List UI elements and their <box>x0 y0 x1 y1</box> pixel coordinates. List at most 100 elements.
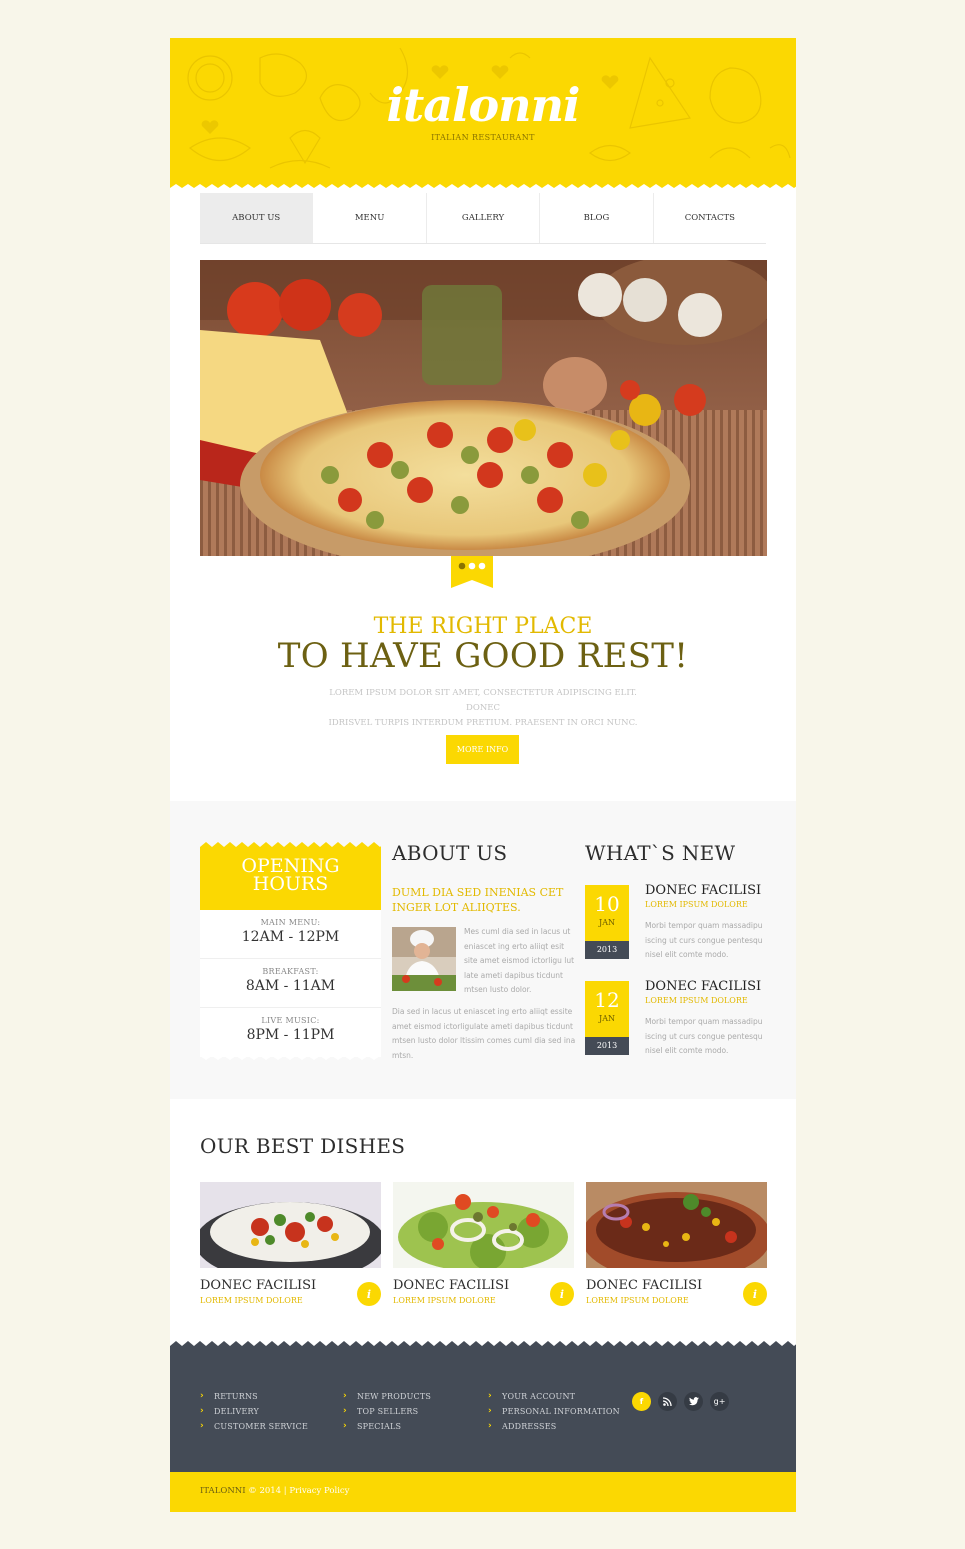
slide-dot-2[interactable] <box>468 562 476 570</box>
news-day: 10 <box>594 892 620 916</box>
best-dishes-title: OUR BEST DISHES <box>200 1134 406 1158</box>
dish-name[interactable]: DONEC FACILISI <box>200 1278 316 1293</box>
footer-link-label: TOP SELLERS <box>357 1407 419 1416</box>
footer-link-specials[interactable]: › SPECIALS <box>343 1419 431 1434</box>
nav-item-gallery[interactable]: GALLERY <box>427 193 541 243</box>
header-zigzag-edge <box>170 184 796 193</box>
chevron-right-icon: › <box>200 1391 204 1401</box>
rss-glyph <box>663 1397 672 1406</box>
news-year: 2013 <box>585 1037 629 1055</box>
chevron-right-icon: › <box>200 1406 204 1416</box>
news-date-badge: 12 JAN 2013 <box>585 981 629 1055</box>
info-icon[interactable]: i <box>743 1282 767 1306</box>
footer-link-label: NEW PRODUCTS <box>357 1392 432 1401</box>
hours-title: OPENING HOURS <box>200 857 381 894</box>
slider-pagination <box>451 556 493 588</box>
nav-item-blog[interactable]: BLOG <box>540 193 654 243</box>
hours-value: 8AM - 11AM <box>245 978 336 994</box>
footer-link-label: SPECIALS <box>357 1422 402 1431</box>
hero-title: TO HAVE GOOD REST! <box>277 636 689 676</box>
dish-photo <box>200 1182 381 1268</box>
footer-link-top-sellers[interactable]: › TOP SELLERS <box>343 1404 431 1419</box>
info-icon[interactable]: i <box>550 1282 574 1306</box>
twitter-icon[interactable] <box>684 1392 703 1411</box>
footer-link-label: YOUR ACCOUNT <box>502 1392 576 1401</box>
hours-row: BREAKFAST: 8AM - 11AM <box>200 959 381 1008</box>
dish-photo <box>586 1182 767 1268</box>
rss-icon[interactable] <box>658 1392 677 1411</box>
site-header: italonni ITALIAN RESTAURANT <box>170 38 796 193</box>
nav-item-contacts[interactable]: CONTACTS <box>654 193 766 243</box>
news-subtitle: LOREM IPSUM DOLORE <box>645 996 748 1005</box>
news-date-top: 10 JAN <box>585 885 629 941</box>
hours-label: LIVE MUSIC: <box>261 1016 320 1025</box>
opening-hours-card: OPENING HOURS MAIN MENU: 12AM - 12PM BRE… <box>200 842 381 1060</box>
footer-link-addresses[interactable]: › ADDRESSES <box>488 1419 620 1434</box>
info-section: OPENING HOURS MAIN MENU: 12AM - 12PM BRE… <box>170 801 796 1099</box>
hero-text-line-2: IDRISVEL TURPIS INTERDUM PRETIUM. PRAESE… <box>328 718 638 728</box>
chevron-right-icon: › <box>200 1421 204 1431</box>
dish-card[interactable]: DONEC FACILISI LOREM IPSUM DOLORE i <box>393 1182 574 1310</box>
dish-subtitle: LOREM IPSUM DOLORE <box>393 1296 496 1305</box>
info-icon[interactable]: i <box>357 1282 381 1306</box>
dish-card[interactable]: DONEC FACILISI LOREM IPSUM DOLORE i <box>200 1182 381 1310</box>
hero-text: LOREM IPSUM DOLOR SIT AMET, CONSECTETUR … <box>313 686 653 731</box>
google-plus-icon[interactable]: g+ <box>710 1392 729 1411</box>
about-us-side-text: Mes cuml dia sed in lacus ut eniascet in… <box>464 927 575 994</box>
hours-header: OPENING HOURS <box>200 847 381 910</box>
chevron-right-icon: › <box>343 1391 347 1401</box>
dish-subtitle: LOREM IPSUM DOLORE <box>586 1296 689 1305</box>
chef-photo <box>392 927 456 991</box>
news-month: JAN <box>599 1014 615 1023</box>
nav-item-menu[interactable]: MENU <box>313 193 427 243</box>
about-us-title: ABOUT US <box>392 841 508 865</box>
footer-link-customer-service[interactable]: › CUSTOMER SERVICE <box>200 1419 308 1434</box>
footer-link-delivery[interactable]: › DELIVERY <box>200 1404 308 1419</box>
footer-col-2: › NEW PRODUCTS › TOP SELLERS › SPECIALS <box>343 1389 431 1434</box>
news-title[interactable]: DONEC FACILISI <box>645 979 770 994</box>
slide-dot-3[interactable] <box>478 562 486 570</box>
footer-link-label: DELIVERY <box>214 1407 260 1416</box>
page-container: italonni ITALIAN RESTAURANT ABOUT US MEN… <box>170 38 796 1512</box>
footer-link-personal-information[interactable]: › PERSONAL INFORMATION <box>488 1404 620 1419</box>
privacy-policy-link[interactable]: Privacy Policy <box>289 1486 349 1496</box>
hours-value: 8PM - 11PM <box>246 1027 335 1043</box>
news-subtitle: LOREM IPSUM DOLORE <box>645 900 748 909</box>
hours-label: BREAKFAST: <box>262 967 319 976</box>
copyright-text: ITALONNI © 2014 | Privacy Policy <box>200 1486 350 1496</box>
news-date-top: 12 JAN <box>585 981 629 1037</box>
site-logo[interactable]: italonni <box>170 78 796 132</box>
dish-subtitle: LOREM IPSUM DOLORE <box>200 1296 303 1305</box>
dish-card[interactable]: DONEC FACILISI LOREM IPSUM DOLORE i <box>586 1182 767 1310</box>
slide-dot-1[interactable] <box>458 562 466 570</box>
news-text: Morbi tempor quam massadipu iscing ut cu… <box>645 1017 763 1055</box>
chevron-right-icon: › <box>343 1421 347 1431</box>
about-us-block: ABOUT US DUML DIA SED INENIAS CET INGER … <box>392 841 576 1060</box>
whats-new-block: WHAT`S NEW 10 JAN 2013 DONEC FACILISI LO… <box>585 841 770 1055</box>
footer-link-label: CUSTOMER SERVICE <box>214 1422 308 1431</box>
facebook-icon[interactable]: f <box>632 1392 651 1411</box>
news-title[interactable]: DONEC FACILISI <box>645 883 770 898</box>
news-year: 2013 <box>585 941 629 959</box>
dish-name[interactable]: DONEC FACILISI <box>393 1278 509 1293</box>
chevron-right-icon: › <box>488 1406 492 1416</box>
dish-name[interactable]: DONEC FACILISI <box>586 1278 702 1293</box>
chevron-right-icon: › <box>488 1391 492 1401</box>
social-links: f g+ <box>632 1392 729 1411</box>
more-info-button[interactable]: MORE INFO <box>446 735 519 764</box>
footer-link-label: PERSONAL INFORMATION <box>502 1407 620 1416</box>
hours-value: 12AM - 12PM <box>241 929 340 945</box>
site-footer: › RETURNS › DELIVERY › CUSTOMER SERVICE › NE… <box>170 1351 796 1472</box>
nav-item-about-us[interactable]: ABOUT US <box>200 193 314 243</box>
footer-link-returns[interactable]: › RETURNS <box>200 1389 308 1404</box>
news-month: JAN <box>599 918 615 927</box>
hero-slider-image[interactable] <box>200 260 767 556</box>
footer-link-new-products[interactable]: › NEW PRODUCTS <box>343 1389 431 1404</box>
hero-text-line-1: LOREM IPSUM DOLOR SIT AMET, CONSECTETUR … <box>329 688 637 713</box>
footer-col-3: › YOUR ACCOUNT › PERSONAL INFORMATION › ADD… <box>488 1389 620 1434</box>
copyright-year: © 2014 | <box>248 1486 287 1496</box>
twitter-glyph <box>688 1397 699 1406</box>
footer-link-your-account[interactable]: › YOUR ACCOUNT <box>488 1389 620 1404</box>
news-day: 12 <box>594 988 620 1012</box>
chevron-right-icon: › <box>343 1406 347 1416</box>
